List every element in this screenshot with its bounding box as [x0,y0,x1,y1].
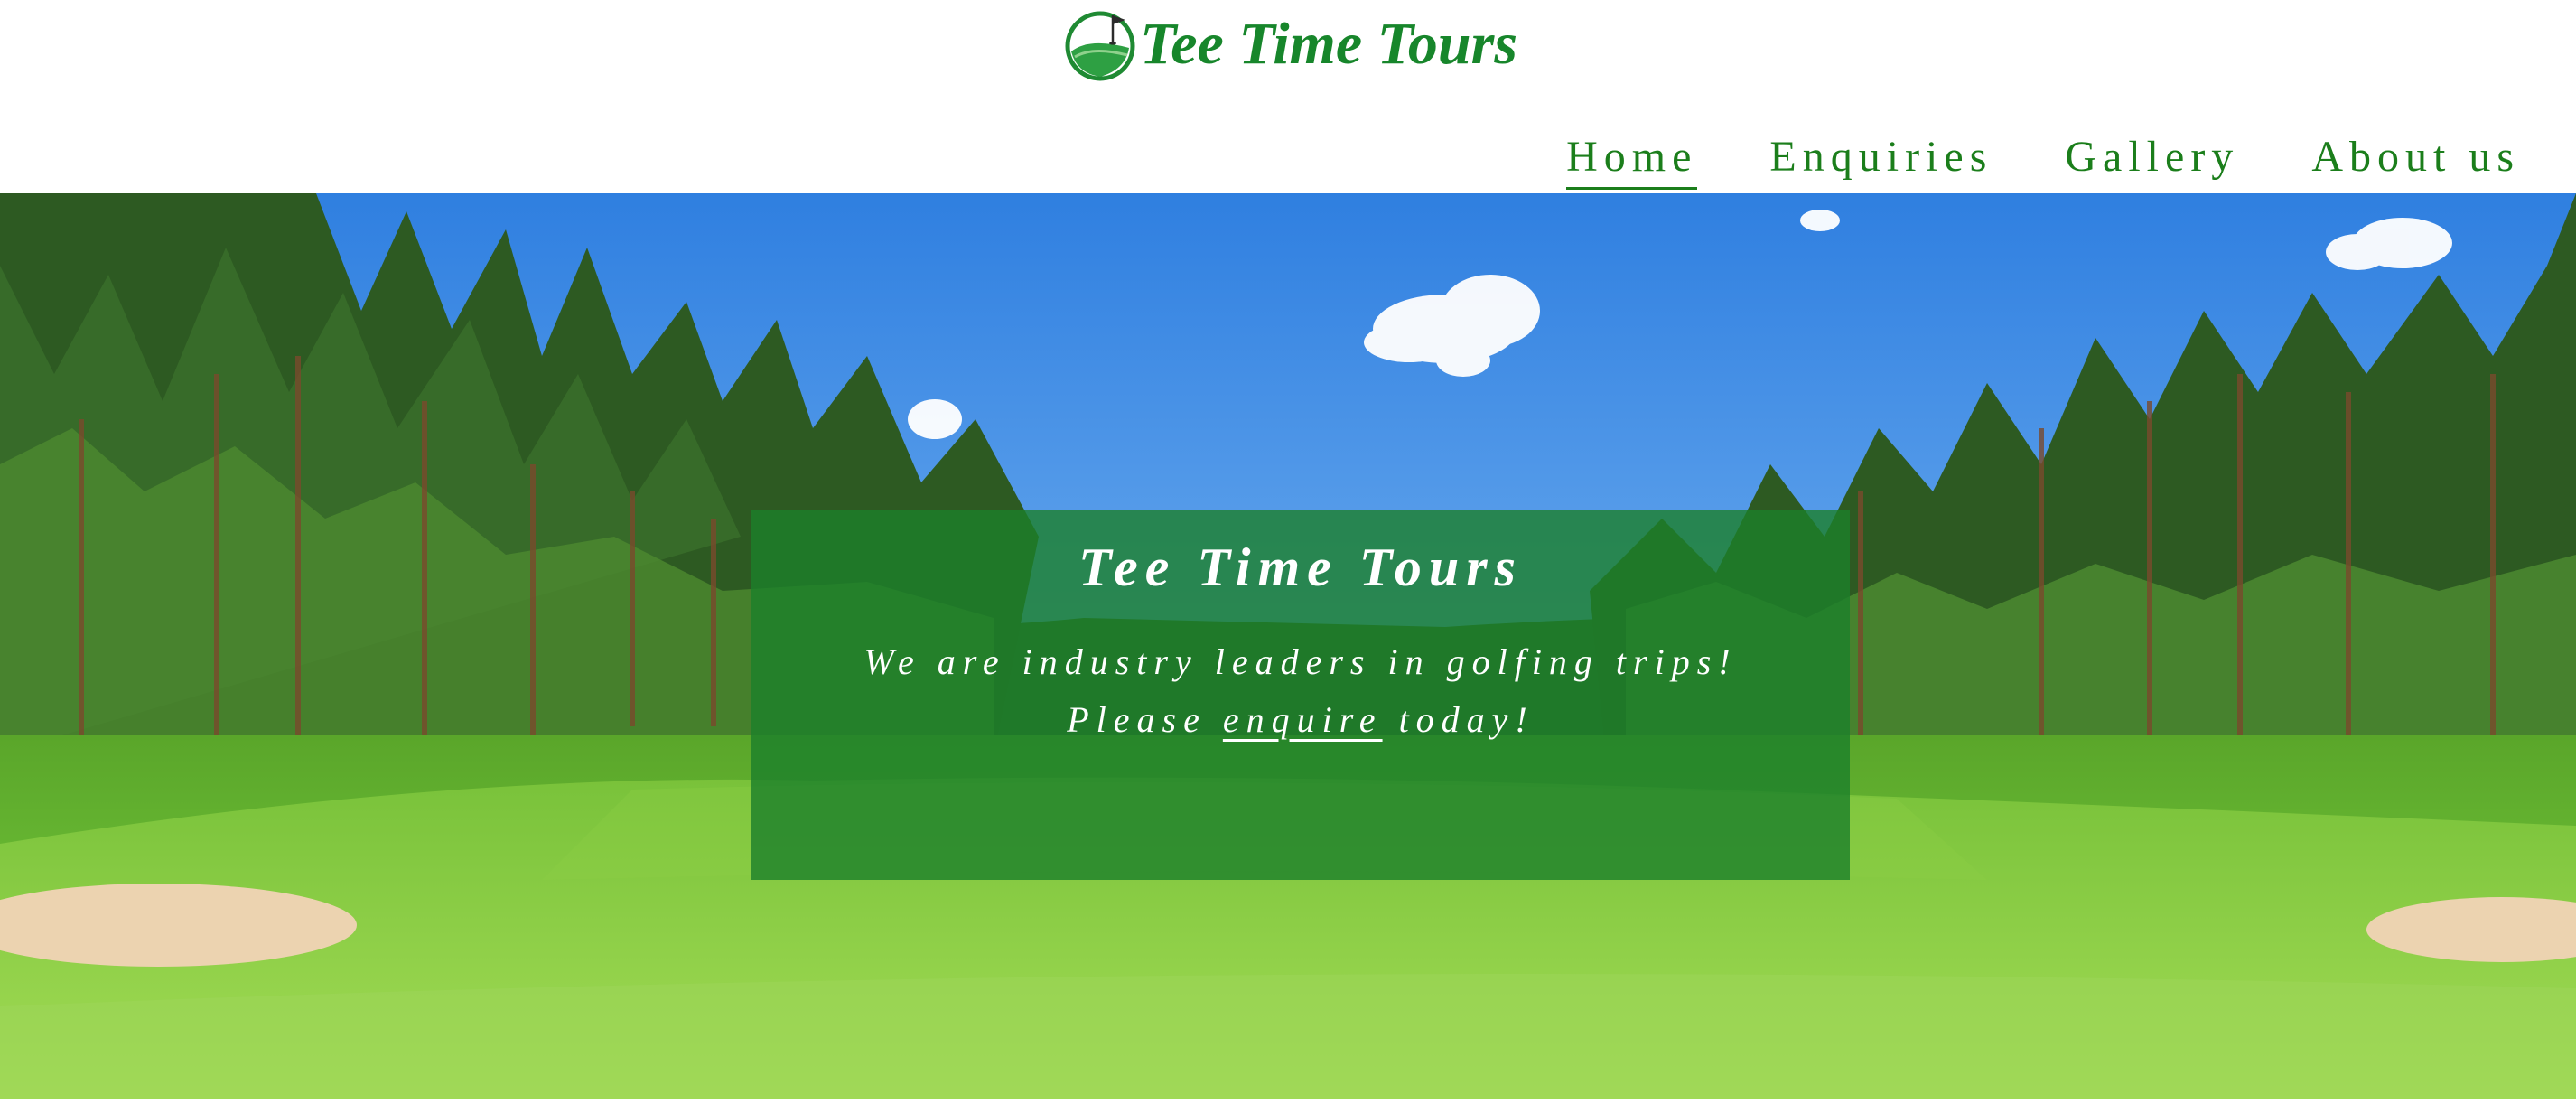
enquire-link[interactable]: enquire [1223,699,1383,740]
hero-line-2-after: today! [1398,699,1535,740]
hero-title: Tee Time Tours [1078,538,1523,597]
hero-section: Tee Time Tours We are industry leaders i… [0,193,2576,1099]
hero-card: Tee Time Tours We are industry leaders i… [751,510,1850,880]
nav-gallery[interactable]: Gallery [2065,132,2239,187]
nav-about-us[interactable]: About us [2311,132,2520,187]
golf-flag-logo-icon [1065,11,1135,81]
brand-link[interactable]: Tee Time Tours [1062,4,1517,85]
hero-text: We are industry leaders in golfing trips… [751,633,1850,749]
nav-enquiries[interactable]: Enquiries [1769,132,1993,187]
page-bottom-spacer [0,1099,2576,1113]
main-nav: Home Enquiries Gallery About us [1566,132,2520,190]
hero-line-2-before: Please [1067,699,1207,740]
page: Tee Time Tours Home Enquiries Gallery Ab… [0,0,2576,1113]
nav-home[interactable]: Home [1566,132,1698,190]
hero-line-1: We are industry leaders in golfing trips… [863,641,1738,682]
site-header: Tee Time Tours Home Enquiries Gallery Ab… [0,0,2576,193]
brand-name: Tee Time Tours [1140,11,1518,77]
